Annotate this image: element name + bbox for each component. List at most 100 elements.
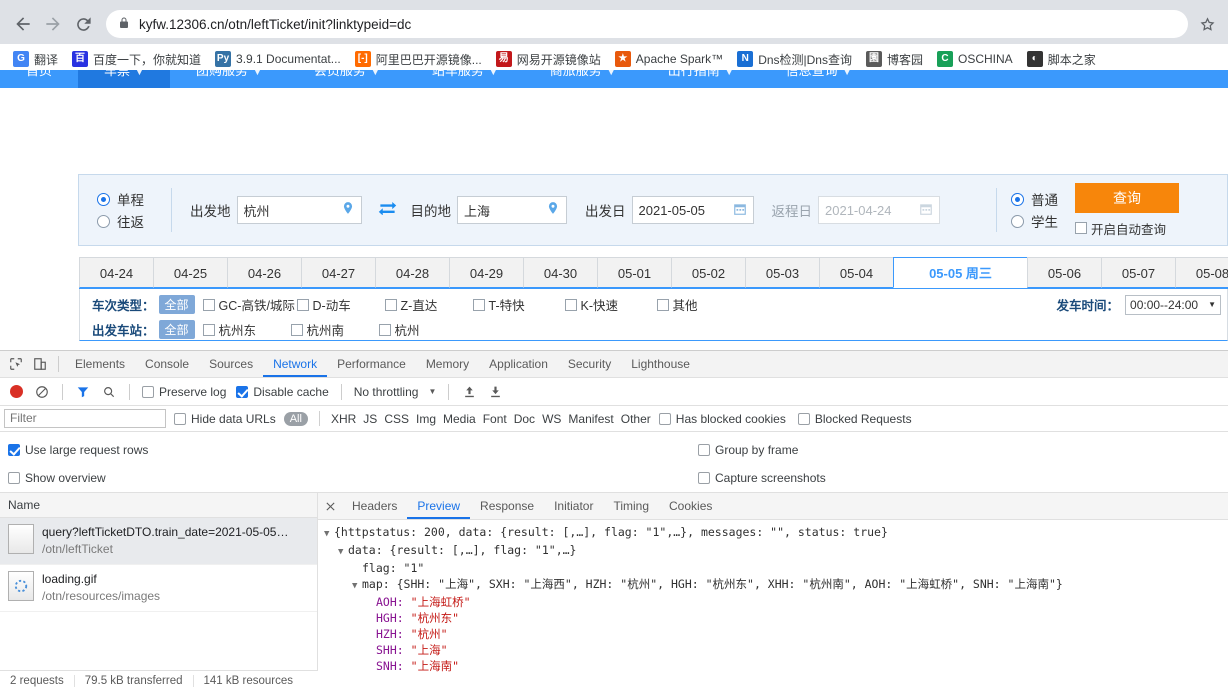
detail-tab-response[interactable]: Response [470,493,544,519]
date-tab[interactable]: 04-25 [153,257,228,288]
devtools-tab-performance[interactable]: Performance [327,351,416,377]
forward-icon[interactable] [38,9,68,39]
filter-option[interactable]: 杭州 [378,320,467,339]
detail-tab-cookies[interactable]: Cookies [659,493,722,519]
date-tab[interactable]: 05-02 [671,257,746,288]
export-har-icon[interactable] [483,381,507,403]
date-tab[interactable]: 05-08 [1175,257,1228,288]
type-filter-doc[interactable]: Doc [514,412,535,426]
bookmark-item[interactable]: G 翻译 [6,49,65,70]
devtools-tab-elements[interactable]: Elements [65,351,135,377]
site-nav-item[interactable]: 团购服务 ▼ [170,70,288,88]
site-nav-item[interactable]: 信息查询 ▼ [760,70,878,88]
search-icon[interactable] [97,381,121,403]
filter-option[interactable]: K-快速 [564,295,657,314]
date-tab[interactable]: 05-01 [597,257,672,288]
detail-tab-timing[interactable]: Timing [603,493,659,519]
devtools-tab-network[interactable]: Network [263,351,328,377]
type-filter-media[interactable]: Media [443,412,476,426]
calendar-icon[interactable] [733,202,747,219]
throttling-select[interactable]: No throttling ▼ [350,385,441,399]
type-filter-manifest[interactable]: Manifest [568,412,613,426]
site-nav-item[interactable]: 商旅服务 ▼ [524,70,642,88]
site-nav-item[interactable]: 站车服务 ▼ [406,70,524,88]
calendar-icon-2[interactable] [919,202,933,219]
preserve-log-checkbox[interactable]: Preserve log [138,385,230,399]
type-filter-xhr[interactable]: XHR [331,412,356,426]
date-tab[interactable]: 04-24 [79,257,154,288]
radio-normal[interactable]: 普通 [1011,188,1071,210]
filter-icon[interactable] [71,381,95,403]
bookmark-star-icon[interactable] [1194,11,1220,37]
bookmark-item[interactable]: 易网易开源镜像站 [489,49,608,70]
radio-student[interactable]: 学生 [1011,210,1071,232]
use-large-rows-checkbox[interactable]: Use large request rows [4,443,694,457]
bookmark-item[interactable]: Py 3.9.1 Documentat... [208,49,348,69]
date-tab[interactable]: 05-06 [1027,257,1102,288]
devtools-tab-memory[interactable]: Memory [416,351,479,377]
reload-icon[interactable] [68,9,98,39]
type-filter-css[interactable]: CSS [384,412,409,426]
date-tab[interactable]: 05-03 [745,257,820,288]
has-blocked-cookies-checkbox[interactable]: Has blocked cookies [655,412,790,426]
detail-tab-initiator[interactable]: Initiator [544,493,603,519]
date-tab[interactable]: 04-30 [523,257,598,288]
detail-tab-headers[interactable]: Headers [342,493,407,519]
radio-round-trip[interactable]: 往返 [97,210,171,232]
detail-tab-preview[interactable]: Preview [407,493,471,519]
radio-one-way[interactable]: 单程 [97,188,171,210]
record-icon[interactable] [4,381,28,403]
devtools-tab-application[interactable]: Application [479,351,558,377]
site-nav-item[interactable]: 车票 ▼ [78,70,170,88]
show-overview-checkbox[interactable]: Show overview [4,471,694,485]
capture-screenshots-checkbox[interactable]: Capture screenshots [694,471,830,485]
filter-option[interactable]: 杭州南 [290,320,379,339]
bookmark-item[interactable]: ★ Apache Spark™ [608,49,730,69]
filter-option[interactable]: D-动车 [296,295,385,314]
inspect-element-icon[interactable] [4,353,28,375]
date-tab[interactable]: 05-05 周三 [893,257,1028,288]
type-filter-font[interactable]: Font [483,412,507,426]
depart-time-select[interactable]: 00:00--24:00 ▼ [1125,294,1221,315]
site-nav-item[interactable]: 出行指南 ▼ [642,70,760,88]
return-date-input[interactable]: 2021-04-24 [818,196,940,224]
auto-query-checkbox[interactable]: 开启自动查询 [1075,219,1179,238]
filter-input[interactable] [4,409,166,428]
address-bar[interactable]: kyfw.12306.cn/otn/leftTicket/init?linkty… [106,10,1188,38]
filter-option[interactable]: GC-高铁/城际 [202,295,297,314]
type-filter-img[interactable]: Img [416,412,436,426]
site-nav-item[interactable]: 会员服务 ▼ [288,70,406,88]
filter-option[interactable]: 杭州东 [202,320,291,339]
bookmark-item[interactable]: [-] 阿里巴巴开源镜像... [348,49,489,70]
devtools-tab-lighthouse[interactable]: Lighthouse [621,351,700,377]
location-pin-icon-2[interactable] [546,200,560,220]
to-input[interactable]: 上海 [457,196,567,224]
devtools-tab-console[interactable]: Console [135,351,199,377]
disclosure-triangle-icon[interactable]: ▼ [352,578,362,594]
request-row[interactable]: query?leftTicketDTO.train_date=2021-05-0… [0,518,317,565]
blocked-requests-checkbox[interactable]: Blocked Requests [794,412,916,426]
bookmark-item[interactable]: C OSCHINA [930,49,1020,69]
bookmark-item[interactable]: ◐ 脚本之家 [1020,49,1103,70]
request-row[interactable]: loading.gif/otn/resources/images [0,565,317,612]
depart-date-input[interactable]: 2021-05-05 [631,196,754,224]
hide-data-urls-checkbox[interactable]: Hide data URLs [170,412,280,426]
close-icon[interactable] [318,495,342,517]
filter-option[interactable]: Z-直达 [384,295,473,314]
station-all-chip[interactable]: 全部 [158,320,195,339]
clear-icon[interactable] [30,381,54,403]
bookmark-item[interactable]: N Dns检测|Dns查询 [730,49,859,70]
device-toolbar-icon[interactable] [28,353,52,375]
filter-option[interactable]: 其他 [656,295,717,314]
type-filter-ws[interactable]: WS [542,412,561,426]
date-tab[interactable]: 04-28 [375,257,450,288]
location-pin-icon[interactable] [341,200,355,220]
date-tab[interactable]: 05-04 [819,257,894,288]
disclosure-triangle-icon[interactable]: ▼ [324,526,334,542]
devtools-tab-security[interactable]: Security [558,351,621,377]
filter-option[interactable]: T-特快 [472,295,565,314]
date-tab[interactable]: 04-26 [227,257,302,288]
type-filter-all[interactable]: All [283,411,308,426]
back-icon[interactable] [8,9,38,39]
date-tab[interactable]: 04-29 [449,257,524,288]
